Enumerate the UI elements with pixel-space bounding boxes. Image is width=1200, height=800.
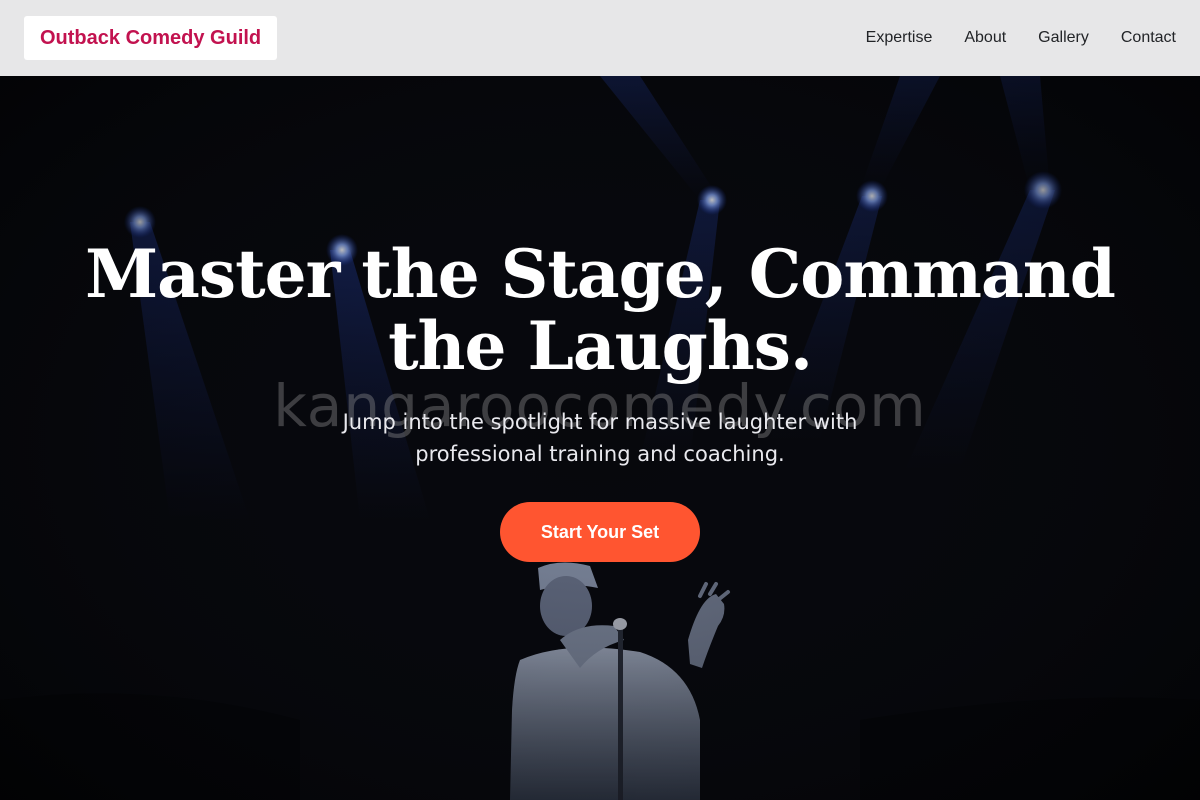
nav-link-contact[interactable]: Contact [1121, 29, 1176, 47]
nav-link-gallery[interactable]: Gallery [1038, 29, 1089, 47]
logo[interactable]: Outback Comedy Guild [24, 16, 278, 60]
nav-link-about[interactable]: About [964, 29, 1006, 47]
page: Outback Comedy Guild Expertise About Gal… [0, 0, 1200, 800]
hero-subtitle: Jump into the spotlight for massive laug… [342, 410, 858, 466]
start-your-set-button[interactable]: Start Your Set [500, 502, 700, 562]
nav-link-expertise[interactable]: Expertise [866, 29, 933, 47]
logo-text: Outback Comedy Guild [40, 26, 262, 49]
site-header: Outback Comedy Guild Expertise About Gal… [0, 0, 1200, 76]
main-nav: Expertise About Gallery Contact [866, 0, 1176, 76]
hero-title: Master the Stage, Command the Laughs. [85, 235, 1116, 385]
